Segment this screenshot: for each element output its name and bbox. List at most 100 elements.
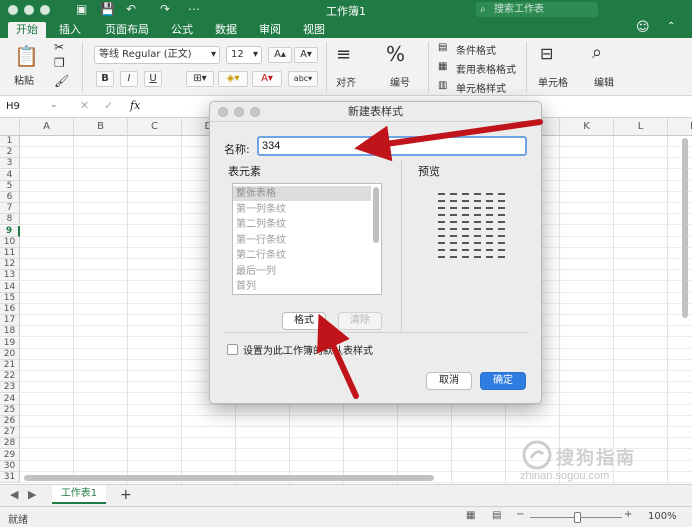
row-header[interactable]: 4 — [0, 169, 20, 181]
dialog-zoom-button[interactable] — [250, 107, 260, 117]
row-header[interactable]: 27 — [0, 427, 20, 439]
tab-view[interactable]: 视图 — [296, 22, 332, 38]
increase-font-button[interactable]: A▴ — [268, 47, 292, 63]
row-header[interactable]: 28 — [0, 438, 20, 450]
vertical-scrollbar[interactable] — [682, 138, 688, 318]
table-element-item[interactable]: 最后一列 — [233, 264, 371, 279]
row-header[interactable]: 1 — [0, 136, 20, 147]
row-header[interactable]: 14 — [0, 281, 20, 293]
tab-formulas[interactable]: 公式 — [164, 22, 200, 38]
row-header[interactable]: 13 — [0, 270, 20, 282]
borders-button[interactable]: ⊞▾ — [186, 71, 214, 87]
align-icon[interactable]: ≡ — [336, 44, 351, 65]
row-header[interactable]: 30 — [0, 460, 20, 472]
row-header[interactable]: 2 — [0, 147, 20, 159]
format-as-table-button[interactable]: 套用表格格式 — [456, 61, 516, 76]
dialog-minimize-button[interactable] — [234, 107, 244, 117]
decrease-font-button[interactable]: A▾ — [294, 47, 318, 63]
row-header[interactable]: 7 — [0, 203, 20, 215]
italic-button[interactable]: I — [120, 71, 138, 87]
phonetic-button[interactable]: abc▾ — [288, 71, 318, 87]
style-name-input[interactable]: 334 — [257, 136, 527, 156]
column-header[interactable]: K — [560, 118, 614, 136]
column-header[interactable]: B — [74, 118, 128, 136]
tab-page-layout[interactable]: 页面布局 — [98, 22, 156, 38]
number-format-icon[interactable]: % — [386, 42, 405, 66]
zoom-slider-thumb[interactable] — [574, 512, 581, 523]
cell-styles-button[interactable]: 单元格样式 — [456, 80, 506, 95]
row-header[interactable]: 15 — [0, 292, 20, 304]
search-sheet-input[interactable]: ⌕ 搜索工作表 — [476, 2, 598, 17]
default-style-checkbox[interactable] — [227, 344, 238, 355]
format-painter-icon[interactable]: 🖌 — [54, 74, 69, 88]
font-size-select[interactable]: 12 ▾ — [226, 46, 262, 64]
row-header[interactable]: 31 — [0, 472, 20, 483]
prev-sheet-icon[interactable]: ◀ — [10, 488, 18, 501]
table-element-item[interactable]: 第二列条纹 — [233, 217, 371, 232]
paste-icon[interactable]: 📋 — [14, 44, 39, 68]
underline-button[interactable]: U — [144, 71, 162, 87]
confirm-entry-icon[interactable]: ✓ — [104, 99, 113, 112]
feedback-smile-icon[interactable]: ☺ — [636, 20, 650, 35]
column-header[interactable]: M — [668, 118, 692, 136]
column-header[interactable]: C — [128, 118, 182, 136]
column-header[interactable]: L — [614, 118, 668, 136]
tab-home[interactable]: 开始 — [8, 22, 46, 38]
tab-data[interactable]: 数据 — [208, 22, 244, 38]
row-header[interactable]: 18 — [0, 326, 20, 338]
cancel-entry-icon[interactable]: ✕ — [80, 99, 89, 112]
table-element-item[interactable]: 第二行条纹 — [233, 248, 371, 263]
fill-color-button[interactable]: ◈▾ — [218, 71, 248, 87]
row-header[interactable]: 11 — [0, 248, 20, 259]
row-header[interactable]: 9 — [0, 225, 20, 237]
table-element-item[interactable]: 首列 — [233, 279, 371, 294]
row-header[interactable]: 3 — [0, 158, 20, 170]
row-header[interactable]: 23 — [0, 382, 20, 394]
table-element-item[interactable]: 整张表格 — [233, 186, 371, 201]
select-all-corner[interactable] — [0, 118, 20, 136]
add-sheet-button[interactable]: + — [120, 487, 132, 503]
search-edit-icon[interactable]: ⌕ — [592, 42, 602, 63]
cut-icon[interactable]: ✂ — [54, 40, 64, 54]
table-elements-list[interactable]: 整张表格 第一列条纹 第二列条纹 第一行条纹 第二行条纹 最后一列 首列 — [232, 183, 382, 295]
row-header[interactable]: 10 — [0, 236, 20, 248]
tab-review[interactable]: 审阅 — [252, 22, 288, 38]
sheet-tab-active[interactable]: 工作表1 — [52, 485, 106, 504]
table-element-item[interactable]: 第一行条纹 — [233, 233, 371, 248]
insert-function-icon[interactable]: fx — [130, 99, 140, 112]
collapse-ribbon-icon[interactable]: ⌃ — [667, 21, 675, 32]
font-color-button[interactable]: A▾ — [252, 71, 282, 87]
chevron-down-icon[interactable]: ⌄ — [50, 100, 58, 110]
row-header[interactable]: 21 — [0, 360, 20, 371]
tab-insert[interactable]: 插入 — [52, 22, 88, 38]
row-header[interactable]: 12 — [0, 259, 20, 271]
name-box[interactable]: H9 — [6, 101, 20, 112]
table-element-item[interactable]: 第一列条纹 — [233, 202, 371, 217]
bold-button[interactable]: B — [96, 71, 114, 87]
zoom-in-icon[interactable]: + — [624, 509, 632, 520]
row-header[interactable]: 6 — [0, 192, 20, 203]
font-name-select[interactable]: 等线 Regular (正文) ▾ — [94, 46, 220, 64]
row-header[interactable]: 20 — [0, 348, 20, 360]
cells-icon[interactable]: ⊟ — [540, 44, 553, 63]
format-button[interactable]: 格式 — [282, 312, 326, 330]
horizontal-scrollbar[interactable] — [24, 475, 434, 481]
row-header[interactable]: 24 — [0, 393, 20, 405]
normal-view-icon[interactable]: ▦ — [466, 510, 475, 521]
ok-button[interactable]: 确定 — [480, 372, 526, 390]
conditional-format-button[interactable]: 条件格式 — [456, 42, 496, 57]
row-header[interactable]: 17 — [0, 315, 20, 327]
row-header[interactable]: 8 — [0, 214, 20, 226]
row-header[interactable]: 29 — [0, 449, 20, 461]
row-header[interactable]: 16 — [0, 304, 20, 315]
row-header[interactable]: 5 — [0, 180, 20, 192]
cancel-button[interactable]: 取消 — [426, 372, 472, 390]
next-sheet-icon[interactable]: ▶ — [28, 488, 36, 501]
page-layout-view-icon[interactable]: ▤ — [492, 510, 501, 521]
copy-icon[interactable]: ❐ — [54, 56, 65, 70]
zoom-out-icon[interactable]: − — [516, 509, 524, 520]
row-header[interactable]: 25 — [0, 404, 20, 416]
row-header[interactable]: 22 — [0, 371, 20, 383]
list-scrollbar[interactable] — [373, 187, 379, 243]
dialog-close-button[interactable] — [218, 107, 228, 117]
